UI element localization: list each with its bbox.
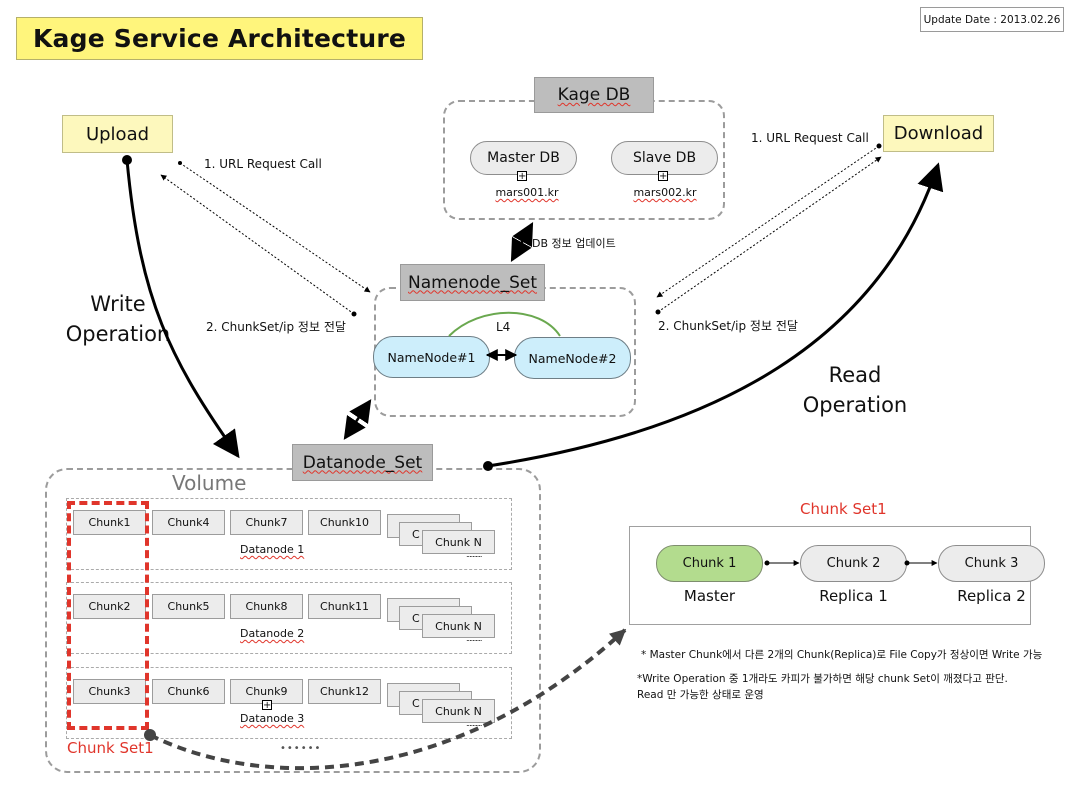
chunk-cell[interactable]: Chunk5 (152, 594, 225, 619)
more-datanodes-indicator: •••••• (280, 743, 322, 754)
upload-node[interactable]: Upload (62, 115, 173, 153)
chunk-cell[interactable]: Chunk11 (308, 594, 381, 619)
chunk-cell[interactable]: Chunk4 (152, 510, 225, 535)
upload-response-label: 2. ChunkSet/ip 정보 전달 (206, 320, 346, 334)
chunk-cell[interactable]: Chunk6 (152, 679, 225, 704)
note-1: * Master Chunk에서 다른 2개의 Chunk(Replica)로 … (641, 649, 1043, 661)
chunk-1-label: Chunk 1 (682, 556, 737, 571)
master-db-host: mars001.kr (495, 186, 559, 199)
datanode-label: Datanode 3 (240, 712, 305, 725)
master-db-label: Master DB (487, 150, 560, 166)
chunk-cell[interactable]: Chunk10 (308, 510, 381, 535)
page-title: Kage Service Architecture (16, 17, 423, 60)
namenode-1-label: NameNode#1 (387, 349, 476, 365)
datanode-set-label: Datanode_Set (302, 452, 423, 473)
more-chunks-indicator: .......... (466, 634, 482, 643)
upload-request-label: 1. URL Request Call (204, 157, 322, 171)
datanode-set-header[interactable]: Datanode_Set (292, 444, 433, 481)
namenode-set-header[interactable]: Namenode_Set (400, 264, 545, 301)
namenode-1[interactable]: NameNode#1 (373, 336, 490, 378)
more-chunks-indicator: .......... (466, 550, 482, 559)
note-3: Read 만 가능한 상태로 운영 (637, 689, 764, 701)
chunk-set-highlight[interactable] (67, 501, 149, 730)
note-2: *Write Operation 중 1개라도 카피가 불가하면 해당 chun… (637, 673, 1008, 685)
expand-icon[interactable]: + (658, 171, 668, 182)
write-operation-label: Write Operation (65, 292, 171, 346)
chunk-cell[interactable]: Chunk12 (308, 679, 381, 704)
upload-label: Upload (85, 123, 150, 145)
chunk-cell[interactable]: Chunk8 (230, 594, 303, 619)
expand-icon[interactable]: + (517, 171, 527, 182)
chunk-1-master[interactable]: Chunk 1 (656, 545, 763, 582)
slave-db-node[interactable]: Slave DB (611, 141, 718, 175)
download-response-label: 2. ChunkSet/ip 정보 전달 (658, 319, 798, 333)
more-chunks-indicator: .......... (466, 719, 482, 728)
slave-db-label: Slave DB (632, 150, 697, 166)
volume-label: Volume (172, 471, 247, 495)
download-node[interactable]: Download (883, 115, 994, 152)
namenode-set-label: Namenode_Set (408, 272, 537, 293)
chunk-n-cell[interactable]: Chunk N (422, 699, 495, 723)
datanode-label: Datanode 2 (240, 627, 305, 640)
chunk-n-cell[interactable]: Chunk N (422, 614, 495, 638)
kage-db-label: Kage DB (557, 85, 631, 105)
title-text: Kage Service Architecture (32, 24, 407, 53)
namenode-2[interactable]: NameNode#2 (514, 337, 631, 379)
download-request-label: 1. URL Request Call (751, 131, 869, 145)
master-db-node[interactable]: Master DB (470, 141, 577, 175)
namenode-2-label: NameNode#2 (528, 350, 617, 366)
master-role-label: Master (683, 587, 736, 605)
datanode-label: Datanode 1 (240, 543, 305, 556)
slave-db-host: mars002.kr (633, 186, 697, 199)
namenode-datanode-link (343, 399, 372, 440)
read-operation-label: Read Operation (802, 363, 908, 417)
l4-label: L4 (496, 320, 511, 334)
db-namenode-link (510, 222, 534, 262)
chunk-3-label: Chunk 3 (964, 556, 1019, 571)
chunk-3-replica[interactable]: Chunk 3 (938, 545, 1045, 582)
chunk-n-cell[interactable]: Chunk N (422, 530, 495, 554)
chunk-set-highlight-label: Chunk Set1 (67, 739, 154, 757)
upload-response-arrow (160, 174, 357, 317)
kage-db-header[interactable]: Kage DB (534, 77, 654, 113)
replica-1-role-label: Replica 1 (819, 587, 888, 605)
expand-icon[interactable]: + (262, 700, 272, 711)
chunk-2-label: Chunk 2 (826, 556, 881, 571)
chunk-2-replica[interactable]: Chunk 2 (800, 545, 907, 582)
chunk-cell[interactable]: Chunk7 (230, 510, 303, 535)
upload-request-arrow (178, 161, 371, 293)
db-update-label: DB 정보 업데이트 (532, 237, 616, 250)
chunk-set-detail-title: Chunk Set1 (800, 500, 887, 518)
replica-2-role-label: Replica 2 (957, 587, 1026, 605)
download-label: Download (893, 123, 984, 144)
update-date-badge: Update Date : 2013.02.26 (920, 7, 1064, 32)
